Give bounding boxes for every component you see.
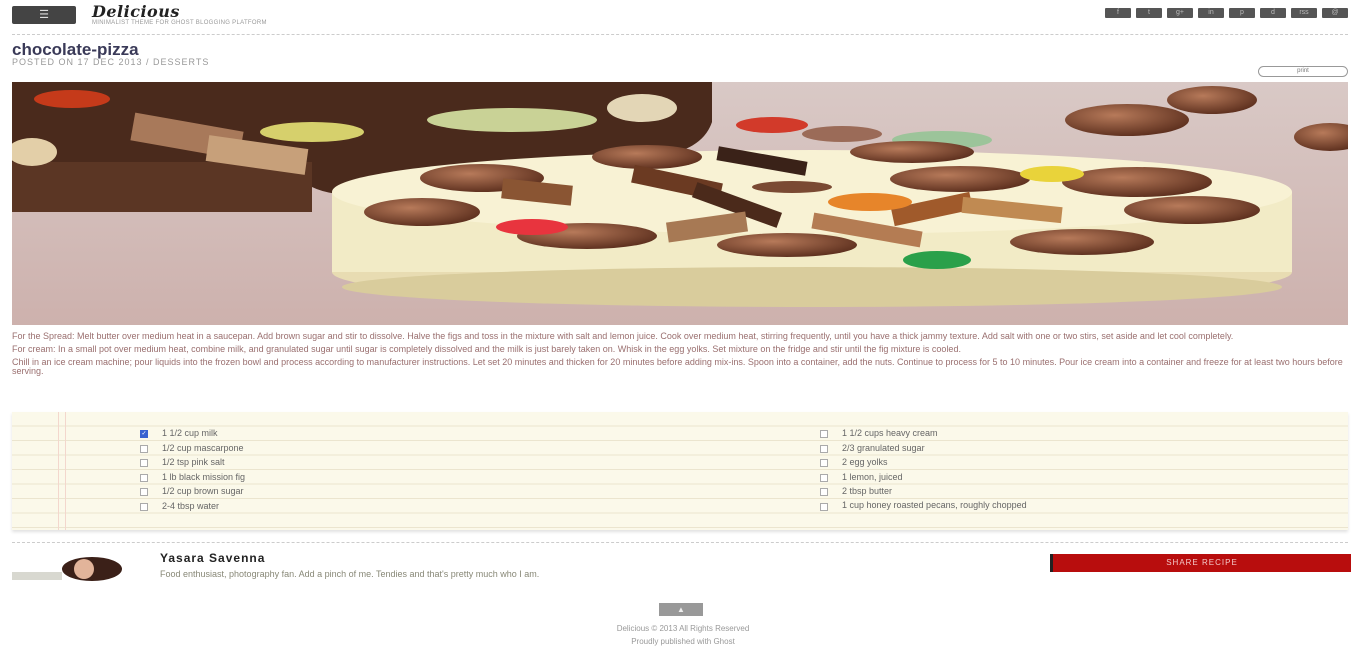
checkbox[interactable]	[140, 488, 148, 496]
powered-by-link[interactable]: Proudly published with Ghost	[0, 637, 1366, 646]
ingredients-checklist: ✓ 1 1/2 cup milk 1/2 cup mascarpone 1/2 t…	[12, 412, 1348, 530]
ingredient-label: 1 cup honey roasted pecans, roughly chop…	[842, 499, 1027, 510]
chocolate-pizza-photo	[12, 82, 1348, 325]
author-name[interactable]: Yasara Savenna	[160, 551, 265, 565]
checkbox[interactable]	[820, 488, 828, 496]
ingredient-label: 2/3 granulated sugar	[842, 442, 925, 453]
ingredient-label: 1 1/2 cup milk	[162, 428, 218, 438]
back-to-top-button[interactable]: ▲	[659, 603, 703, 616]
linkedin-icon[interactable]: in	[1198, 8, 1224, 18]
divider	[12, 542, 1348, 543]
checkbox[interactable]	[820, 459, 828, 467]
author-bio: Food enthusiast, photography fan. Add a …	[160, 569, 540, 579]
ingredient-label: 2-4 tbsp water	[162, 500, 220, 511]
ingredient-item[interactable]: 2 tbsp butter	[820, 486, 1220, 501]
rss-icon[interactable]: rss	[1291, 8, 1317, 18]
ingredient-label: 2 tbsp butter	[842, 486, 893, 496]
ingredient-label: 1/2 cup mascarpone	[162, 442, 244, 453]
checkbox[interactable]	[140, 502, 148, 511]
checkbox[interactable]	[140, 459, 148, 467]
ingredient-label: 1 lemon, juiced	[842, 471, 903, 482]
social-links: f t g+ in p d rss @	[1105, 8, 1348, 18]
pinterest-icon[interactable]: p	[1229, 8, 1255, 18]
ingredient-label: 2 egg yolks	[842, 457, 888, 467]
share-recipe-button[interactable]: SHARE RECIPE	[1050, 554, 1351, 572]
ingredient-item[interactable]: 1/2 tsp pink salt	[140, 457, 245, 472]
post-meta: POSTED ON 17 DEC 2013 / DESSERTS	[12, 57, 210, 67]
checkbox[interactable]	[820, 430, 828, 438]
paragraph: For the Spread: Melt butter over medium …	[12, 331, 1234, 341]
ingredient-item[interactable]: 1/2 cup mascarpone	[140, 443, 245, 458]
ingredient-label: 1/2 cup brown sugar	[162, 486, 244, 496]
ingredient-item[interactable]: 1 cup honey roasted pecans, roughly chop…	[820, 499, 1220, 511]
paragraph: For cream: In a small pot over medium he…	[12, 344, 961, 354]
facebook-icon[interactable]: f	[1105, 8, 1131, 18]
ingredient-label: 1 lb black mission fig	[162, 471, 246, 482]
ingredient-item[interactable]: 1/2 cup brown sugar	[140, 486, 245, 501]
google-plus-icon[interactable]: g+	[1167, 8, 1193, 18]
ingredient-label: 1 1/2 cups heavy cream	[842, 428, 938, 438]
ingredient-item[interactable]: 1 lemon, juiced	[820, 472, 1220, 487]
print-button[interactable]: print	[1258, 66, 1348, 77]
ingredients-right-column: 1 1/2 cups heavy cream 2/3 granulated su…	[820, 428, 1220, 511]
author-avatar	[12, 556, 122, 582]
avatar-photo	[12, 556, 122, 582]
email-icon[interactable]: @	[1322, 8, 1348, 18]
ingredient-item[interactable]: 2 egg yolks	[820, 457, 1220, 472]
hero-image	[12, 82, 1348, 325]
site-logo[interactable]: Delicious	[92, 4, 267, 20]
copyright: Delicious © 2013 All Rights Reserved	[616, 624, 750, 633]
checkbox[interactable]	[140, 473, 148, 482]
paragraph: Chill in an ice cream machine; pour liqu…	[12, 357, 1343, 376]
checkbox[interactable]	[820, 444, 828, 453]
ingredient-item[interactable]: 2-4 tbsp water	[140, 501, 245, 516]
site-header: ☰ Delicious MINIMALIST THEME FOR GHOST B…	[12, 4, 1348, 27]
checkbox[interactable]	[140, 444, 148, 453]
checkbox[interactable]	[820, 473, 828, 482]
ingredient-item[interactable]: ✓ 1 1/2 cup milk	[140, 428, 245, 443]
site-tagline: MINIMALIST THEME FOR GHOST BLOGGING PLAT…	[92, 20, 267, 26]
checkbox[interactable]	[820, 502, 828, 511]
ingredient-item[interactable]: 1 lb black mission fig	[140, 472, 245, 487]
recipe-body: For the Spread: Melt butter over medium …	[12, 332, 1348, 380]
twitter-icon[interactable]: t	[1136, 8, 1162, 18]
ingredient-label: 1/2 tsp pink salt	[162, 457, 225, 467]
notepad-margin	[58, 412, 66, 530]
brand[interactable]: Delicious MINIMALIST THEME FOR GHOST BLO…	[92, 4, 267, 27]
divider	[12, 34, 1348, 35]
ingredients-left-column: ✓ 1 1/2 cup milk 1/2 cup mascarpone 1/2 t…	[140, 428, 245, 515]
ingredient-item[interactable]: 1 1/2 cups heavy cream	[820, 428, 1220, 443]
dribbble-icon[interactable]: d	[1260, 8, 1286, 18]
checkbox-checked[interactable]: ✓	[140, 430, 148, 438]
menu-button[interactable]: ☰	[12, 6, 76, 24]
ingredient-item[interactable]: 2/3 granulated sugar	[820, 443, 1220, 458]
